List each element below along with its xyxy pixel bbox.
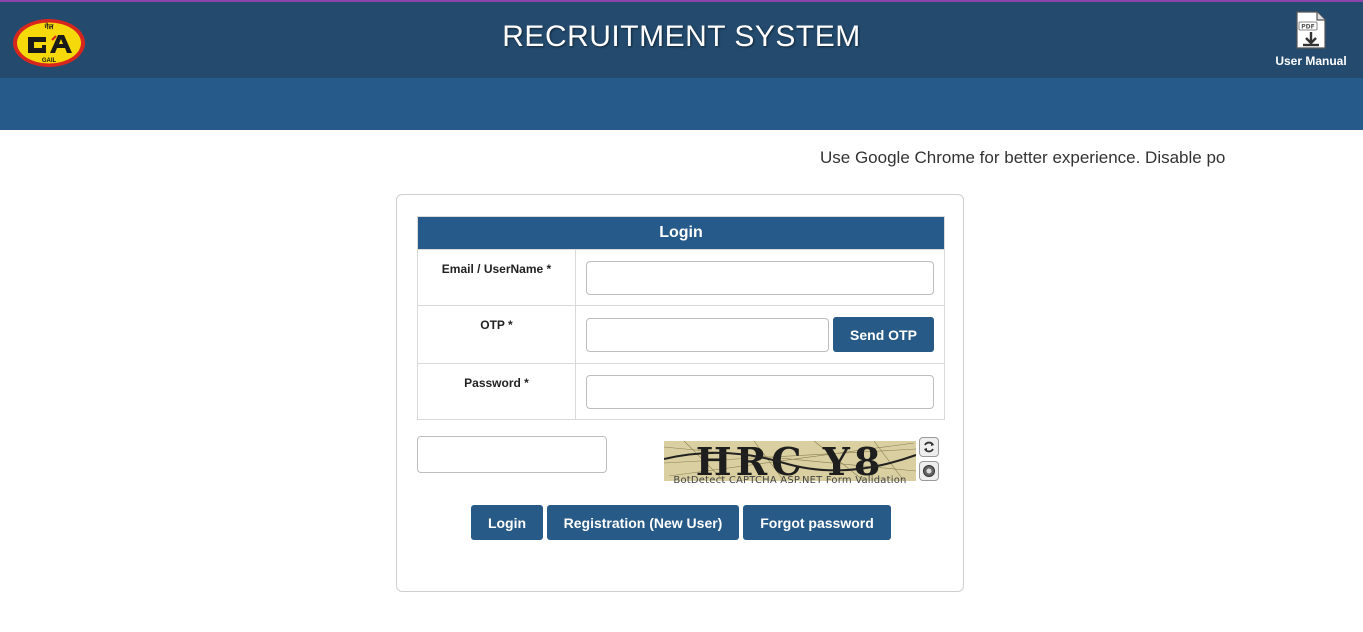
forgot-password-button[interactable]: Forgot password: [743, 505, 891, 540]
password-field[interactable]: [586, 375, 934, 409]
logo-text: GAIL: [42, 58, 57, 64]
nav-subbar: [0, 78, 1363, 130]
user-manual-link[interactable]: PDF User Manual: [1268, 10, 1354, 68]
notice-text: Use Google Chrome for better experience.…: [820, 148, 1226, 167]
captcha-reload-button[interactable]: [919, 437, 939, 457]
login-heading: Login: [417, 216, 945, 250]
registration-button[interactable]: Registration (New User): [547, 505, 739, 540]
otp-label: OTP *: [417, 305, 576, 364]
captcha-caption: BotDetect CAPTCHA ASP.NET Form Validatio…: [673, 475, 907, 486]
password-label: Password *: [417, 363, 576, 420]
user-manual-label: User Manual: [1275, 54, 1347, 68]
email-label: Email / UserName *: [417, 249, 576, 306]
captcha-reload-icon: [924, 441, 934, 453]
pdf-badge-text: PDF: [1301, 24, 1314, 31]
notice-marquee: Use Google Chrome for better experience.…: [820, 148, 1250, 170]
captcha-audio-icon: [923, 465, 935, 477]
page-title: RECRUITMENT SYSTEM: [502, 20, 861, 53]
action-buttons: Login Registration (New User) Forgot pas…: [471, 505, 891, 540]
header-bar: गेल GAIL RECRUITMENT SYSTEM PDF User Man…: [0, 2, 1363, 78]
email-field[interactable]: [586, 261, 934, 295]
otp-field[interactable]: [586, 317, 829, 352]
login-button[interactable]: Login: [471, 505, 543, 540]
captcha-input[interactable]: [417, 436, 607, 473]
send-otp-button[interactable]: Send OTP: [833, 317, 934, 352]
login-panel: Login Email / UserName * OTP * Send OTP …: [396, 194, 964, 592]
pdf-download-icon: PDF: [1296, 11, 1326, 49]
login-table: Login Email / UserName * OTP * Send OTP …: [417, 216, 945, 420]
captcha-audio-button[interactable]: [919, 461, 939, 481]
